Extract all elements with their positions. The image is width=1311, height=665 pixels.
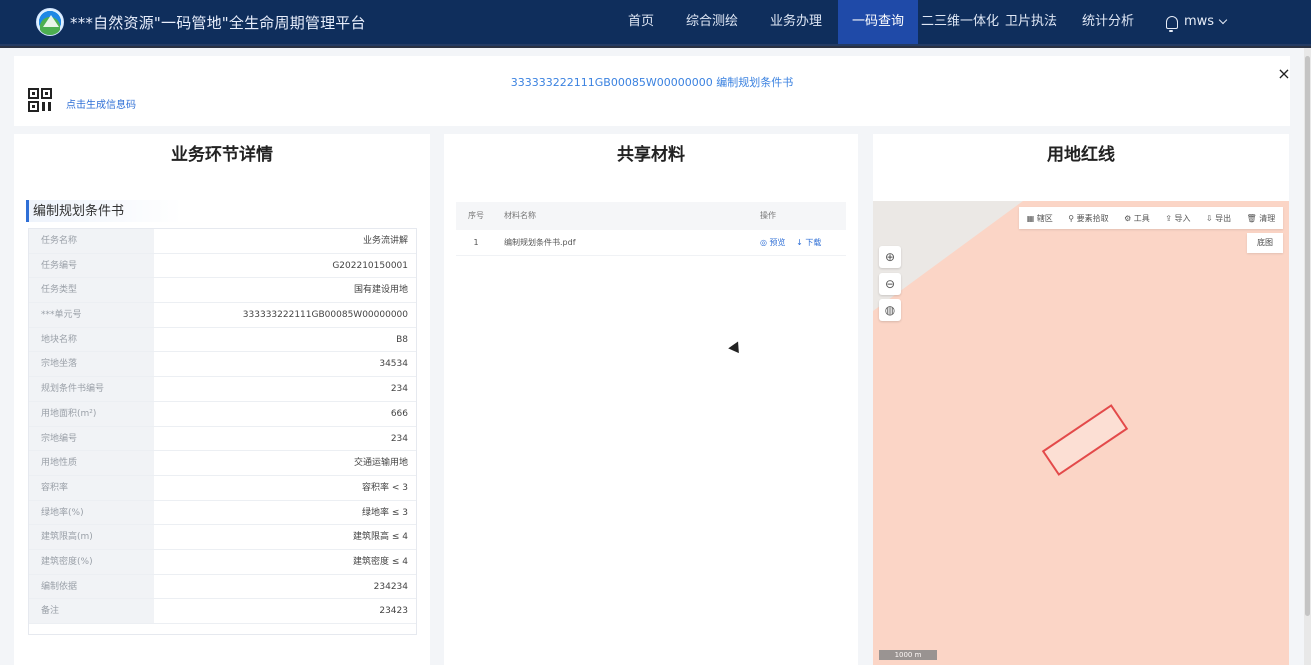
nav-code-query[interactable]: 一码查询 <box>838 0 918 44</box>
table-row: 宗地坐落 34534 <box>29 352 416 378</box>
table-row: 1 编制规划条件书.pdf ◎ 预览 ↓ 下载 <box>456 230 846 256</box>
table-row: 备注 23423 <box>29 599 416 624</box>
qr-code-icon[interactable] <box>28 88 52 112</box>
basemap-button[interactable]: 底图 <box>1247 233 1283 253</box>
nav-business[interactable]: 业务办理 <box>754 0 838 44</box>
material-filename: 编制规划条件书.pdf <box>504 238 576 247</box>
chevron-down-icon <box>1218 15 1228 25</box>
map-tool-pick[interactable]: ⚲ 要素拾取 <box>1068 213 1108 224</box>
map-tool-export[interactable]: ⇩ 导出 <box>1206 213 1231 224</box>
table-row: 建筑限高(m) 建筑限高 ≤ 4 <box>29 525 416 550</box>
table-row: 绿地率(%) 绿地率 ≤ 3 <box>29 500 416 526</box>
section-header: 编制规划条件书 <box>26 200 182 222</box>
table-row: 编制依据 234234 <box>29 574 416 600</box>
top-nav-bar: ***自然资源"一码管地"全生命周期管理平台 首页 综合测绘 业务办理 一码查询… <box>0 0 1311 46</box>
table-row: 任务名称 业务流讲解 <box>29 229 416 254</box>
map-tool-import[interactable]: ⇪ 导入 <box>1165 213 1190 224</box>
map-tool-clear[interactable]: 🗑 清理 <box>1247 213 1276 224</box>
map-tool-tools[interactable]: ⚙ 工具 <box>1124 213 1150 224</box>
table-row: 用地面积(m²) 666 <box>29 401 416 427</box>
table-row: 用地性质 交通运输用地 <box>29 451 416 476</box>
table-row: 建筑密度(%) 建筑密度 ≤ 4 <box>29 549 416 575</box>
table-row: 任务编号 G202210150001 <box>29 253 416 279</box>
shared-materials-panel: 共享材料 序号 材料名称 操作 1 编制规划条件书.pdf ◎ 预览 ↓ 下载 <box>444 134 858 665</box>
map-toolbar: ▦ 辖区 ⚲ 要素拾取 ⚙ 工具 ⇪ 导入 ⇩ 导出 🗑 清理 <box>1019 207 1283 229</box>
materials-table: 序号 材料名称 操作 1 编制规划条件书.pdf ◎ 预览 ↓ 下载 <box>456 202 846 256</box>
table-row: 规划条件书编号 234 <box>29 377 416 402</box>
map-canvas[interactable]: ▦ 辖区 ⚲ 要素拾取 ⚙ 工具 ⇪ 导入 ⇩ 导出 🗑 清理 底图 ⊕ ⊖ ◍… <box>873 201 1289 665</box>
table-row: 容积率 容积率 < 3 <box>29 475 416 501</box>
table-row: 任务类型 国有建设用地 <box>29 278 416 304</box>
username: mws <box>1184 14 1215 29</box>
table-header: 序号 材料名称 操作 <box>456 202 846 230</box>
zoom-in-icon[interactable]: ⊕ <box>879 246 901 268</box>
generate-qr-link[interactable]: 点击生成信息码 <box>66 96 136 111</box>
close-icon[interactable]: × <box>1276 66 1292 82</box>
modal-header: 333333222111GB00085W00000000 编制规划条件书 点击生… <box>14 56 1292 126</box>
map-tool-district[interactable]: ▦ 辖区 <box>1027 213 1053 224</box>
platform-logo-icon <box>36 8 64 36</box>
detail-table: 任务名称 业务流讲解 任务编号 G202210150001 任务类型 国有建设用地 *… <box>28 228 417 635</box>
app-title: ***自然资源"一码管地"全生命周期管理平台 <box>70 13 366 32</box>
land-parcel-outline[interactable] <box>1041 404 1129 476</box>
nav-survey[interactable]: 综合测绘 <box>670 0 754 44</box>
map-scale-bar: 1000 m <box>879 650 937 660</box>
panel-title-business: 业务环节详情 <box>171 145 273 165</box>
bell-icon[interactable] <box>1166 15 1178 32</box>
panel-title-redline: 用地红线 <box>1047 145 1115 165</box>
page-scrollbar[interactable] <box>1304 48 1311 665</box>
download-button[interactable]: ↓ 下载 <box>796 238 821 247</box>
table-row: 宗地编号 234 <box>29 426 416 452</box>
nav-2d3d[interactable]: 二三维一体化 <box>918 0 1002 44</box>
nav-satellite-enforcement[interactable]: 卫片执法 <box>1002 0 1060 44</box>
table-row: 地块名称 B8 <box>29 327 416 353</box>
nav-home[interactable]: 首页 <box>612 0 670 44</box>
nav-statistics[interactable]: 统计分析 <box>1060 0 1156 44</box>
table-row: ***单元号 333333222111GB00085W00000000 <box>29 303 416 328</box>
business-detail-panel: 业务环节详情 编制规划条件书 任务名称 业务流讲解 任务编号 G2022101500… <box>14 134 430 665</box>
document-title: 333333222111GB00085W00000000 编制规划条件书 <box>510 76 794 89</box>
zoom-out-icon[interactable]: ⊖ <box>879 273 901 295</box>
main-nav: 首页 综合测绘 业务办理 一码查询 二三维一体化 卫片执法 统计分析 <box>612 0 1156 46</box>
globe-icon[interactable]: ◍ <box>879 299 901 321</box>
user-menu[interactable]: mws <box>1166 0 1228 44</box>
scrollbar-thumb[interactable] <box>1305 56 1310 616</box>
preview-button[interactable]: ◎ 预览 <box>760 238 786 247</box>
panel-title-materials: 共享材料 <box>617 145 685 165</box>
land-redline-panel: 用地红线 ▦ 辖区 ⚲ 要素拾取 ⚙ 工具 ⇪ 导入 ⇩ 导出 🗑 清理 底图 … <box>873 134 1289 665</box>
detail-modal: 333333222111GB00085W00000000 编制规划条件书 点击生… <box>0 48 1304 665</box>
